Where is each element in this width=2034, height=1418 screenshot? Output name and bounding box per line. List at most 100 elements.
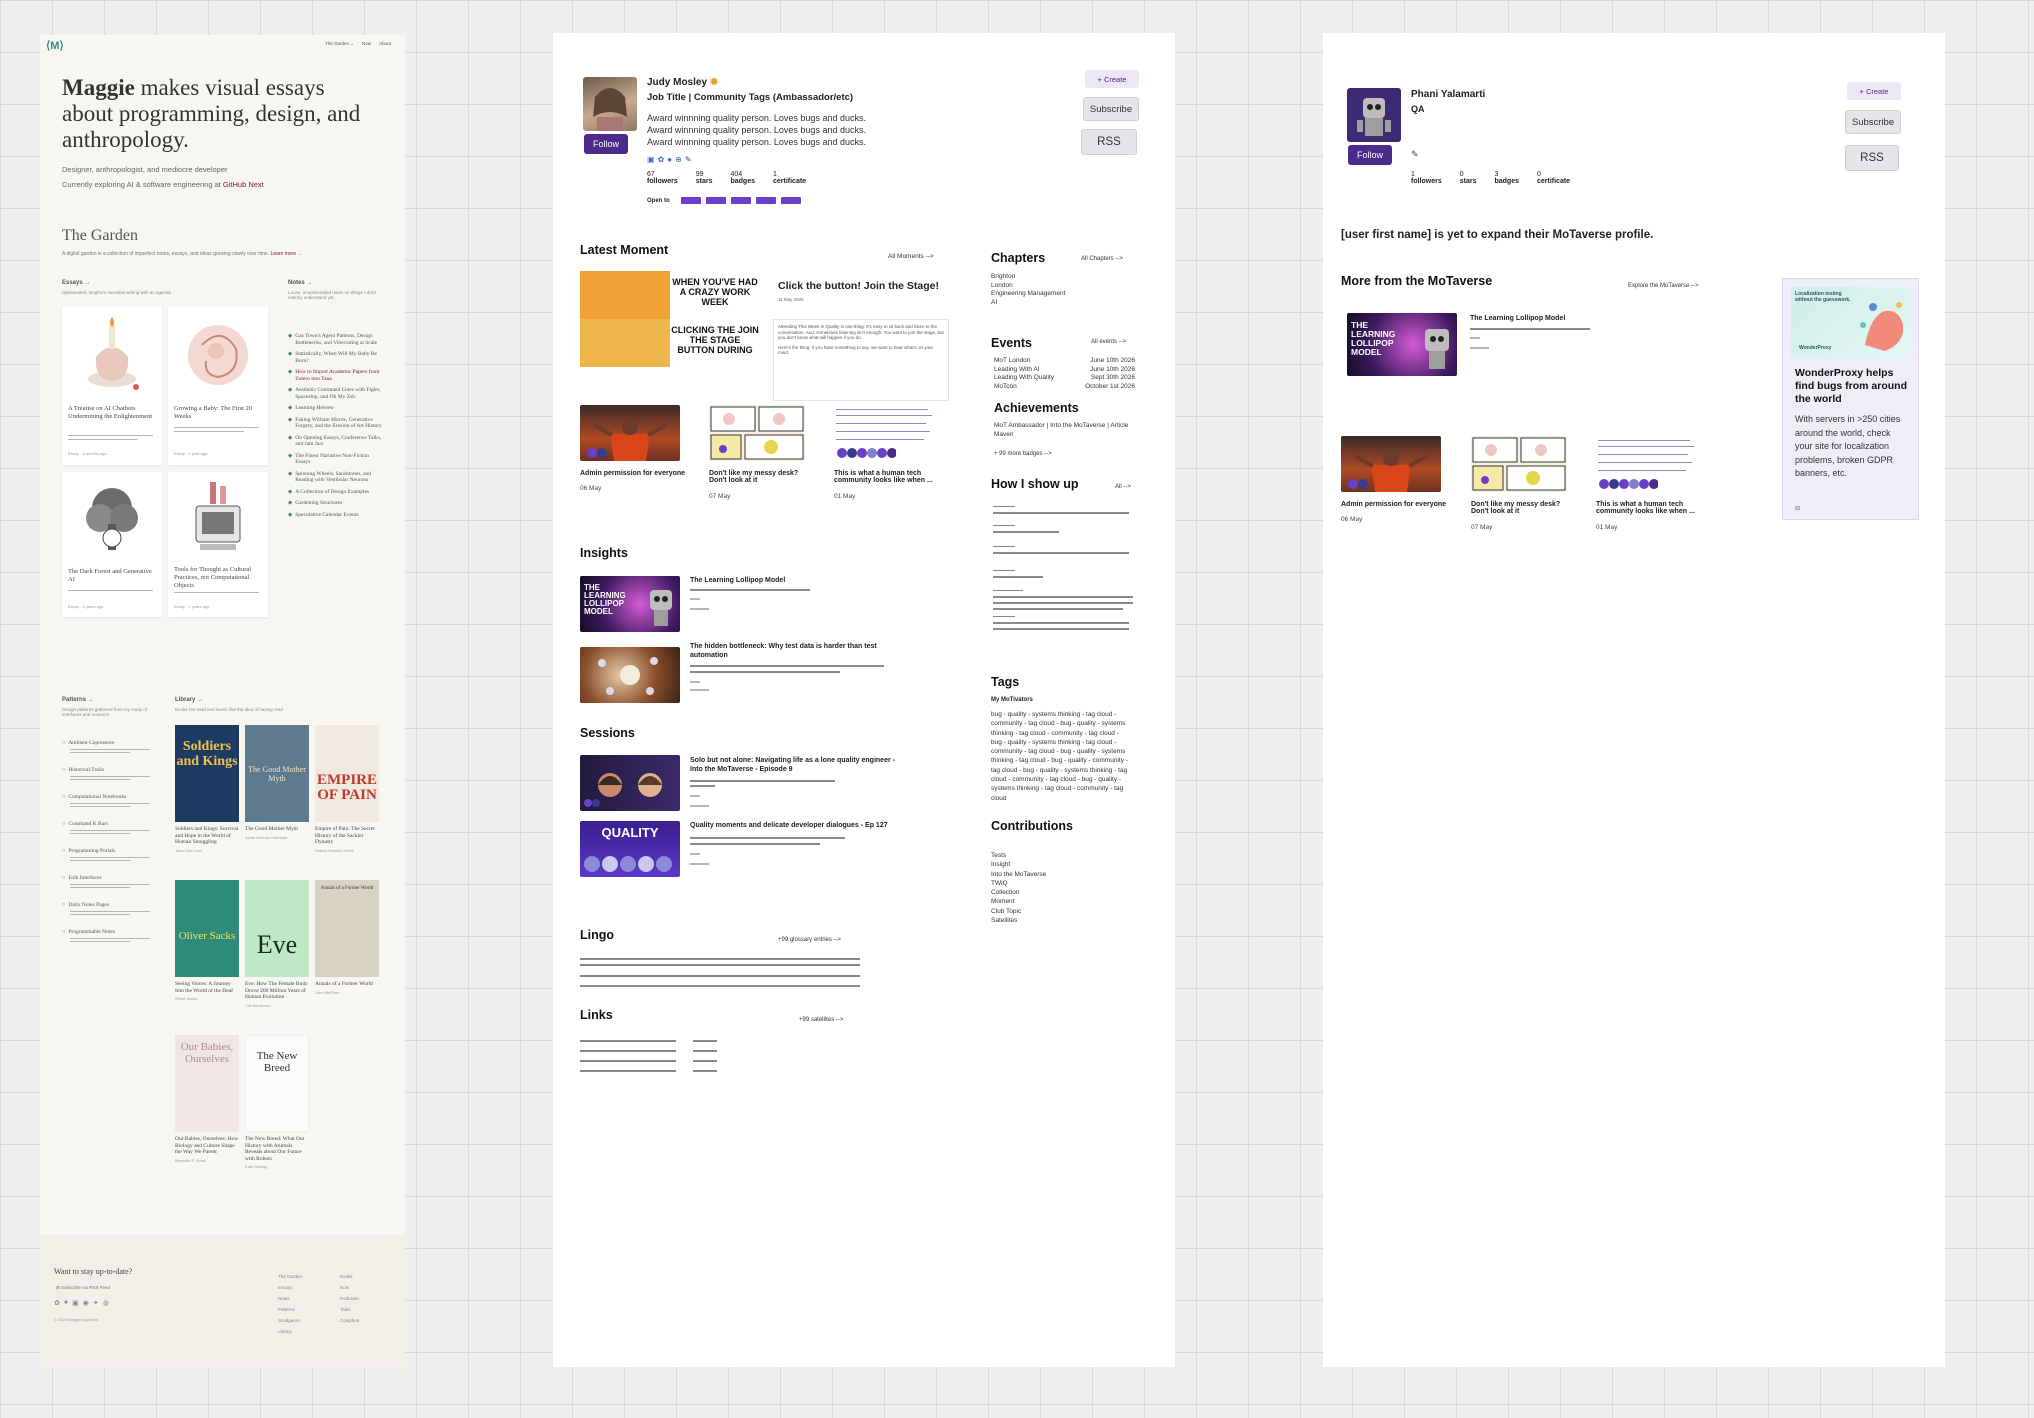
pattern-item[interactable]: ○ Programming Portals <box>62 848 157 861</box>
event-item[interactable]: MoT London June 10th 2026 <box>994 357 1135 366</box>
note-item[interactable]: ◆ Gas Town's Agent Patterns, Design Bottl… <box>288 333 384 346</box>
pattern-item[interactable]: ○ Folk Interfaces <box>62 875 157 888</box>
linkedin-icon[interactable]: ▣ <box>72 1299 79 1307</box>
bluesky-icon[interactable]: ✿ <box>54 1299 60 1307</box>
post-title[interactable]: This is what a human tech community look… <box>1596 501 1706 515</box>
contribution-item[interactable]: Satellites <box>991 916 1046 925</box>
pattern-item[interactable]: ○ Computational Notebooks <box>62 794 157 807</box>
chapter-item[interactable]: Brighton <box>991 273 1065 282</box>
event-item[interactable]: Leading With AI June 10th 2026 <box>994 366 1135 375</box>
post-thumbnail[interactable] <box>580 405 680 461</box>
chapter-item[interactable]: Engineering Management <box>991 290 1065 299</box>
open-to-chip[interactable] <box>705 197 726 204</box>
mastodon-icon[interactable]: ◉ <box>83 1299 89 1307</box>
essay-card[interactable]: A Treatise on AI Chatbots Undermining th… <box>62 307 162 465</box>
rss-button[interactable]: RSS <box>1081 129 1137 155</box>
book-item[interactable]: Eve Eve: How The Female Body Drove 200 M… <box>245 880 309 1008</box>
wonderproxy-ad[interactable]: Localization testing without the guesswo… <box>1782 278 1919 520</box>
book-item[interactable]: The Good Mother Myth The Good Mother Myt… <box>245 725 309 840</box>
more-badges-link[interactable]: + 99 more badges --> <box>994 451 1052 457</box>
stat-certificate[interactable]: 1 certificate <box>773 171 806 185</box>
subscribe-button[interactable]: Subscribe <box>1845 110 1901 134</box>
contribution-item[interactable]: Collection <box>991 888 1046 897</box>
links-link[interactable]: +99 satellites --> <box>799 1017 843 1023</box>
notes-title[interactable]: Notes → <box>288 280 312 286</box>
essay-card[interactable]: The Dark Forest and Generative AI Essay … <box>62 472 162 617</box>
follow-button[interactable]: Follow <box>1348 145 1392 165</box>
github-icon[interactable]: ● <box>64 1299 68 1307</box>
insight-title[interactable]: The Learning Lollipop Model <box>1470 315 1565 322</box>
book-item[interactable]: Soldiers and Kings Soldiers and Kings: S… <box>175 725 239 853</box>
session-thumbnail[interactable] <box>580 755 680 811</box>
note-item[interactable]: ◆ Gardening Structures <box>288 500 384 507</box>
note-item[interactable]: ◆ Faking William Morris, Generative Forge… <box>288 417 384 430</box>
note-item[interactable]: ◆ A Collection of Design Examples <box>288 489 384 496</box>
all-chapters-link[interactable]: All Chapters --> <box>1081 256 1123 262</box>
footer-link[interactable]: Colophon <box>340 1315 359 1326</box>
footer-link[interactable]: Essays <box>278 1282 302 1293</box>
footer-link[interactable]: Notes <box>278 1293 302 1304</box>
patterns-title[interactable]: Patterns → <box>62 697 94 703</box>
insight-thumbnail[interactable] <box>580 647 680 703</box>
pattern-item[interactable]: ○ Daily Notes Pages <box>62 902 157 915</box>
subscribe-button[interactable]: Subscribe <box>1083 97 1139 121</box>
essay-card[interactable]: Tools for Thought as Cultural Practices,… <box>168 472 268 617</box>
all-events-link[interactable]: All events --> <box>1091 339 1126 345</box>
pattern-item[interactable]: ○ Ambient Copresence <box>62 740 157 753</box>
post-thumbnail[interactable] <box>1341 436 1441 492</box>
open-to-chip[interactable] <box>755 197 776 204</box>
footer-link[interactable]: Talks <box>340 1304 359 1315</box>
pattern-item[interactable]: ○ Programmable Notes <box>62 929 157 942</box>
event-item[interactable]: MoTcon October 1st 2026 <box>994 383 1135 392</box>
note-item[interactable]: ◆ Spinning Wheels, Sandstones, and Readin… <box>288 471 384 484</box>
session-title[interactable]: Quality moments and delicate developer d… <box>690 822 900 829</box>
essays-title[interactable]: Essays → <box>62 280 90 286</box>
chat-icon[interactable]: ◍ <box>103 1299 109 1307</box>
insight-thumbnail[interactable]: THE LEARNING LOLLIPOP MODEL <box>1347 313 1457 376</box>
open-to-chip[interactable] <box>780 197 801 204</box>
create-button[interactable]: + Create <box>1085 70 1139 88</box>
stat-badges[interactable]: 3 badges <box>1494 171 1519 185</box>
post-title[interactable]: Admin permission for everyone <box>580 470 690 477</box>
footer-link[interactable]: Now <box>340 1282 359 1293</box>
lingo-link[interactable]: +99 glossary entries --> <box>778 937 841 943</box>
github-icon[interactable]: ● <box>667 155 672 164</box>
footer-link[interactable]: Library <box>278 1326 302 1337</box>
note-item[interactable]: ◆ The Finest Narrative Non-Fiction Essays <box>288 453 384 466</box>
stat-certificate[interactable]: 0 certificate <box>1537 171 1570 185</box>
book-item[interactable]: Our Babies, Ourselves Our Babies, Oursel… <box>175 1035 239 1163</box>
contribution-item[interactable]: Club Topic <box>991 907 1046 916</box>
nav-now[interactable]: Now <box>362 41 371 47</box>
bluesky-icon[interactable]: ✿ <box>658 155 665 164</box>
note-item[interactable]: ◆ On Opening Essays, Conference Talks, an… <box>288 435 384 448</box>
rss-button[interactable]: RSS <box>1845 145 1899 171</box>
note-item[interactable]: ◆ Learning Hebrew <box>288 405 384 412</box>
globe-icon[interactable]: ⊕ <box>675 155 682 164</box>
post-thumbnail[interactable] <box>1596 436 1696 492</box>
ad-info-icon[interactable]: ⊟ <box>1795 505 1800 512</box>
feather-icon[interactable]: ✎ <box>1411 149 1419 160</box>
post-title[interactable]: This is what a human tech community look… <box>834 470 944 484</box>
contribution-item[interactable]: Into the MoTaverse <box>991 870 1046 879</box>
insight-thumbnail[interactable]: THE LEARNING LOLLIPOP MODEL <box>580 576 680 632</box>
explore-link[interactable]: Explore the MoTaverse --> <box>1628 283 1699 289</box>
nav-garden[interactable]: The Garden ⌄ <box>325 41 354 47</box>
rss-subscribe-link[interactable]: ⊞ Subscribe via RSS Feed <box>56 1285 110 1291</box>
moment-meme[interactable]: WHEN YOU'VE HAD A CRAZY WORK WEEK CLICKI… <box>580 271 760 367</box>
maggie-logo[interactable]: ⟨M⟩ <box>46 39 64 52</box>
book-item[interactable]: Annals of a Former World Annals of a For… <box>315 880 379 995</box>
stat-followers[interactable]: 67 followers <box>647 171 678 185</box>
contribution-item[interactable]: Tests <box>991 851 1046 860</box>
learn-more-link[interactable]: Learn more → <box>270 251 302 257</box>
note-item[interactable]: ◆ How to Import Academic Papers from Zote… <box>288 369 384 382</box>
insight-title[interactable]: The Learning Lollipop Model <box>690 577 890 584</box>
contribution-item[interactable]: Insight <box>991 860 1046 869</box>
open-to-chip[interactable] <box>730 197 751 204</box>
pattern-item[interactable]: ○ Command K Bars <box>62 821 157 834</box>
contribution-item[interactable]: Moment <box>991 897 1046 906</box>
footer-link[interactable]: Podcasts <box>340 1293 359 1304</box>
stat-stars[interactable]: 0 stars <box>1460 171 1477 185</box>
footer-link[interactable]: The Garden <box>278 1271 302 1282</box>
session-title[interactable]: Solo but not alone: Navigating life as a… <box>690 756 900 774</box>
open-to-chip[interactable] <box>680 197 701 204</box>
